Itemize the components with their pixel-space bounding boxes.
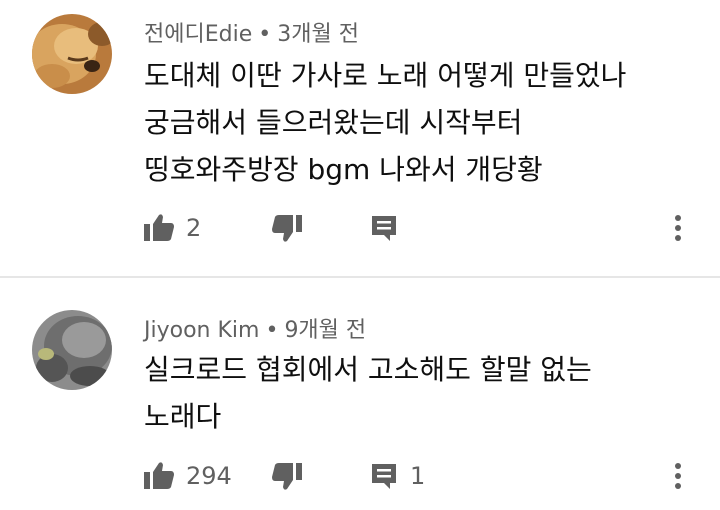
avatar-dog-image bbox=[32, 14, 112, 94]
comment-meta: Jiyoon Kim • 9개월 전 bbox=[144, 312, 366, 344]
like-count: 294 bbox=[186, 462, 232, 490]
author-name[interactable]: 전에디Edie bbox=[144, 22, 252, 47]
reply-button[interactable]: 1 bbox=[370, 456, 425, 496]
thumbs-up-icon bbox=[144, 462, 174, 489]
dislike-button[interactable] bbox=[272, 208, 302, 248]
dislike-button[interactable] bbox=[272, 456, 302, 496]
reply-button[interactable] bbox=[370, 208, 398, 248]
thumbs-down-icon bbox=[272, 215, 302, 242]
comment-meta: 전에디Edie • 3개월 전 bbox=[144, 16, 359, 48]
comment: Jiyoon Kim • 9개월 전 실크로드 협회에서 고소해도 할말 없는 노래… bbox=[0, 278, 720, 510]
more-options-button[interactable] bbox=[672, 208, 684, 248]
comment-line: 도대체 이딴 가사로 노래 어떻게 만들었나 bbox=[144, 59, 627, 92]
avatar-animal-image bbox=[32, 310, 112, 390]
reply-icon bbox=[372, 464, 396, 489]
author-name[interactable]: Jiyoon Kim bbox=[144, 318, 259, 343]
comment-actions: 294 1 bbox=[144, 456, 704, 496]
comment: 전에디Edie • 3개월 전 도대체 이딴 가사로 노래 어떻게 만들었나 궁금해… bbox=[0, 0, 720, 276]
like-button[interactable]: 294 bbox=[144, 456, 232, 496]
timestamp[interactable]: 9개월 전 bbox=[284, 318, 366, 343]
separator-dot: • bbox=[258, 22, 272, 47]
thumbs-down-icon bbox=[272, 463, 302, 490]
comment-line: 노래다 bbox=[144, 400, 222, 433]
comment-line: 궁금해서 들으러왔는데 시작부터 bbox=[144, 106, 523, 139]
more-options-button[interactable] bbox=[672, 456, 684, 496]
comment-line: 실크로드 협회에서 고소해도 할말 없는 bbox=[144, 353, 592, 386]
thumbs-up-icon bbox=[144, 214, 174, 241]
avatar[interactable] bbox=[32, 310, 112, 390]
reply-icon bbox=[372, 216, 396, 241]
comment-line: 띵호와주방장 bgm 나와서 개당황 bbox=[144, 153, 543, 186]
more-vert-icon bbox=[675, 463, 681, 489]
like-button[interactable]: 2 bbox=[144, 208, 201, 248]
avatar[interactable] bbox=[32, 14, 112, 94]
timestamp[interactable]: 3개월 전 bbox=[277, 22, 359, 47]
comment-text: 도대체 이딴 가사로 노래 어떻게 만들었나 궁금해서 들으러왔는데 시작부터 … bbox=[144, 52, 664, 193]
more-vert-icon bbox=[675, 215, 681, 241]
comment-text: 실크로드 협회에서 고소해도 할말 없는 노래다 bbox=[144, 346, 664, 440]
separator-dot: • bbox=[265, 318, 279, 343]
comment-actions: 2 bbox=[144, 208, 704, 248]
like-count: 2 bbox=[186, 214, 202, 242]
reply-count: 1 bbox=[410, 462, 426, 490]
